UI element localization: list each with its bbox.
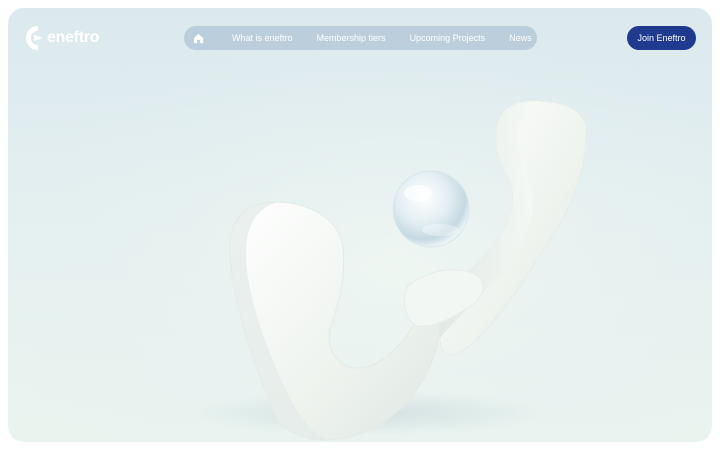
nav-item-what-is-eneftro[interactable]: What is eneftro (232, 33, 293, 43)
nav-item-news[interactable]: News (509, 33, 532, 43)
join-eneftro-button[interactable]: Join Eneftro (627, 26, 696, 50)
main-nav: What is eneftro Membership tiers Upcomin… (184, 26, 537, 50)
brand-name: eneftro (47, 29, 100, 46)
nav-item-upcoming-projects[interactable]: Upcoming Projects (410, 33, 486, 43)
hero-frame: eneftro What is eneftro Membership tiers… (8, 8, 712, 442)
brand-logo[interactable]: eneftro (24, 24, 99, 52)
nav-home-button[interactable] (184, 26, 212, 50)
eneftro-logo-icon (26, 26, 43, 50)
hero-illustration (8, 8, 712, 442)
nav-item-membership-tiers[interactable]: Membership tiers (317, 33, 386, 43)
glass-sphere (392, 170, 470, 248)
home-icon (193, 33, 203, 43)
